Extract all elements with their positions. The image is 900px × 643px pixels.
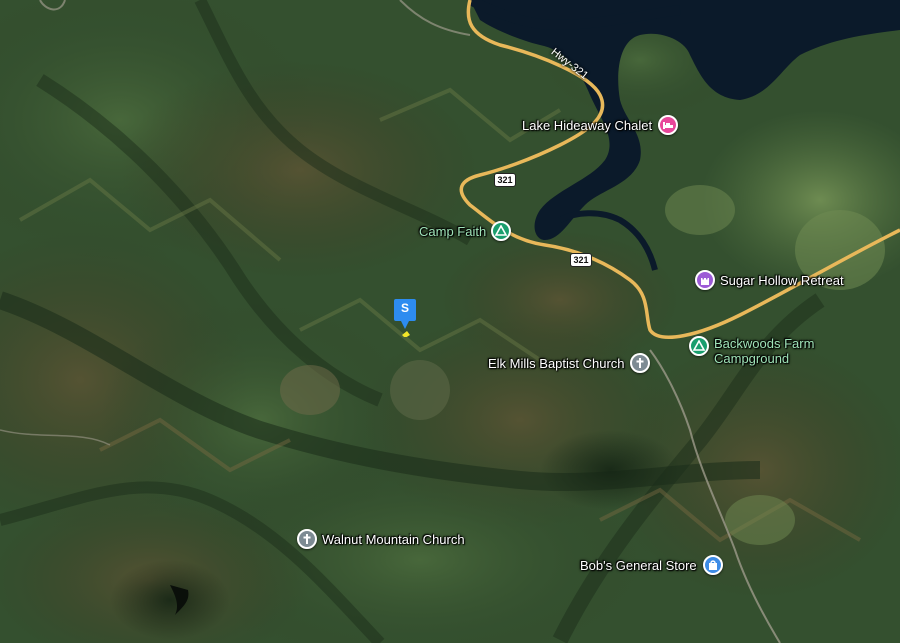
place-elk-mills-baptist-church[interactable]: Elk Mills Baptist Church	[488, 353, 650, 373]
place-walnut-mountain-church[interactable]: Walnut Mountain Church	[297, 529, 465, 549]
place-label: Sugar Hollow Retreat	[720, 272, 844, 288]
place-label: Lake Hideaway Chalet	[522, 117, 653, 133]
place-camp-faith[interactable]: Camp Faith	[419, 221, 512, 241]
place-label-line1: Backwoods Farm	[714, 336, 815, 351]
place-label-line2: Campground	[714, 351, 790, 366]
bed-icon	[658, 115, 679, 135]
cross-icon	[297, 529, 317, 549]
marker-letter: S	[400, 301, 409, 315]
place-label: Bob's General Store	[580, 557, 697, 573]
castle-icon	[695, 270, 715, 290]
place-label: Elk Mills Baptist Church	[488, 355, 625, 371]
place-backwoods-farm-campground[interactable]: Backwoods Farm Campground	[689, 336, 814, 366]
place-sugar-hollow-retreat[interactable]: Sugar Hollow Retreat	[695, 270, 844, 290]
cross-icon	[629, 353, 650, 373]
tent-icon	[689, 336, 709, 356]
place-label: Camp Faith	[419, 223, 487, 239]
shopping-bag-icon	[702, 555, 723, 575]
route-321-shield-south: 321	[570, 253, 592, 267]
place-bobs-general-store[interactable]: Bob's General Store	[580, 555, 723, 575]
selected-location-marker[interactable]: S	[394, 299, 418, 338]
place-label: Walnut Mountain Church	[322, 531, 465, 547]
place-lake-hideaway-chalet[interactable]: Lake Hideaway Chalet	[522, 115, 679, 135]
route-321-shield-north: 321	[494, 173, 516, 187]
satellite-map[interactable]: Hwy-321 321 321 Lake Hideaway Chalet Cam…	[0, 0, 900, 643]
tent-icon	[491, 221, 512, 241]
place-label: Backwoods Farm Campground	[714, 336, 814, 366]
